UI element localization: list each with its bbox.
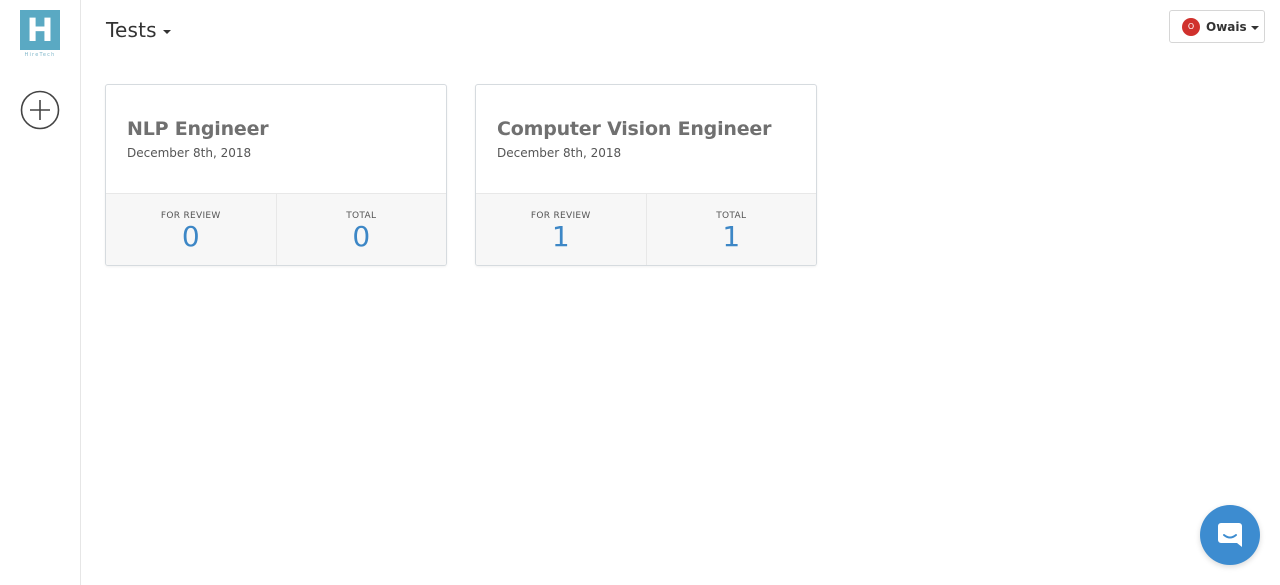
card-date: December 8th, 2018 xyxy=(127,146,252,160)
plus-circle-icon xyxy=(20,90,60,130)
page-title: Tests xyxy=(106,18,157,42)
total-stat[interactable]: TOTAL 1 xyxy=(645,194,817,265)
test-card[interactable]: NLP Engineer December 8th, 2018 FOR REVI… xyxy=(105,84,447,266)
logo-subtitle: HireTech xyxy=(24,52,56,58)
brand-logo[interactable]: H HireTech xyxy=(20,10,60,62)
card-stats: FOR REVIEW 1 TOTAL 1 xyxy=(476,193,817,265)
stat-value: 0 xyxy=(352,220,371,253)
card-title: NLP Engineer xyxy=(127,118,269,140)
card-stats: FOR REVIEW 0 TOTAL 0 xyxy=(106,193,447,265)
total-stat[interactable]: TOTAL 0 xyxy=(275,194,447,265)
caret-down-icon xyxy=(1250,25,1259,30)
card-header: Computer Vision Engineer December 8th, 2… xyxy=(476,85,816,193)
for-review-stat[interactable]: FOR REVIEW 1 xyxy=(476,194,646,265)
user-menu-button[interactable]: O Owais xyxy=(1169,10,1265,43)
card-date: December 8th, 2018 xyxy=(497,146,622,160)
page-title-dropdown[interactable]: Tests xyxy=(106,18,171,42)
card-header: NLP Engineer December 8th, 2018 xyxy=(106,85,446,193)
for-review-stat[interactable]: FOR REVIEW 0 xyxy=(106,194,276,265)
user-avatar-badge: O xyxy=(1182,17,1200,36)
caret-down-icon xyxy=(162,30,171,34)
logo-box: H xyxy=(20,10,60,50)
user-name: Owais xyxy=(1206,19,1247,34)
chat-bubble-icon xyxy=(1218,523,1242,547)
add-test-button[interactable] xyxy=(20,90,60,130)
stat-value: 1 xyxy=(551,220,570,253)
logo-letter: H xyxy=(26,11,54,49)
stat-value: 0 xyxy=(181,220,200,253)
card-title: Computer Vision Engineer xyxy=(497,118,772,140)
test-card[interactable]: Computer Vision Engineer December 8th, 2… xyxy=(475,84,817,266)
sidebar: H HireTech xyxy=(0,0,81,585)
stat-value: 1 xyxy=(722,220,741,253)
chat-launcher-button[interactable] xyxy=(1200,505,1260,565)
